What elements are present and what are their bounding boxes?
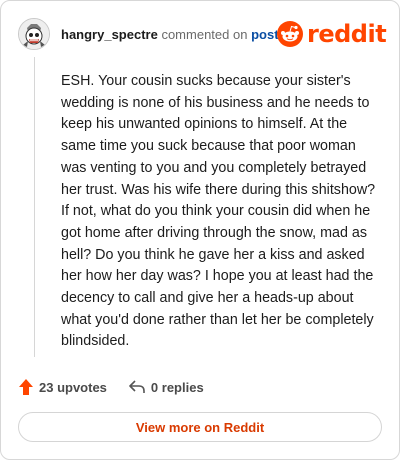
username-link[interactable]: hangry_spectre <box>61 27 158 42</box>
upvote-arrow-icon <box>19 379 33 395</box>
upvote-count: 23 upvotes <box>39 379 107 395</box>
reply-arrow-icon <box>129 380 145 393</box>
skull-avatar-icon[interactable] <box>18 18 50 50</box>
upvote-button[interactable]: 23 upvotes <box>19 379 107 395</box>
view-more-button[interactable]: View more on Reddit <box>18 412 382 442</box>
reply-button[interactable]: 0 replies <box>129 380 204 395</box>
thread-line[interactable] <box>34 57 35 357</box>
reddit-snoo-icon <box>277 21 303 47</box>
reply-count: 0 replies <box>150 379 204 395</box>
comment-header: hangry_spectre commented on post <box>61 27 279 43</box>
commented-on-text: commented on <box>161 27 248 42</box>
comment-text: ESH. Your cousin sucks because your sist… <box>61 73 376 350</box>
reddit-wordmark: reddit <box>307 20 387 48</box>
post-link[interactable]: post <box>251 27 278 42</box>
comment-embed-card: hangry_spectre commented on post reddit … <box>0 0 400 460</box>
reddit-logo[interactable]: reddit <box>277 19 387 49</box>
comment-actions: 23 upvotes 0 replies <box>19 377 204 397</box>
